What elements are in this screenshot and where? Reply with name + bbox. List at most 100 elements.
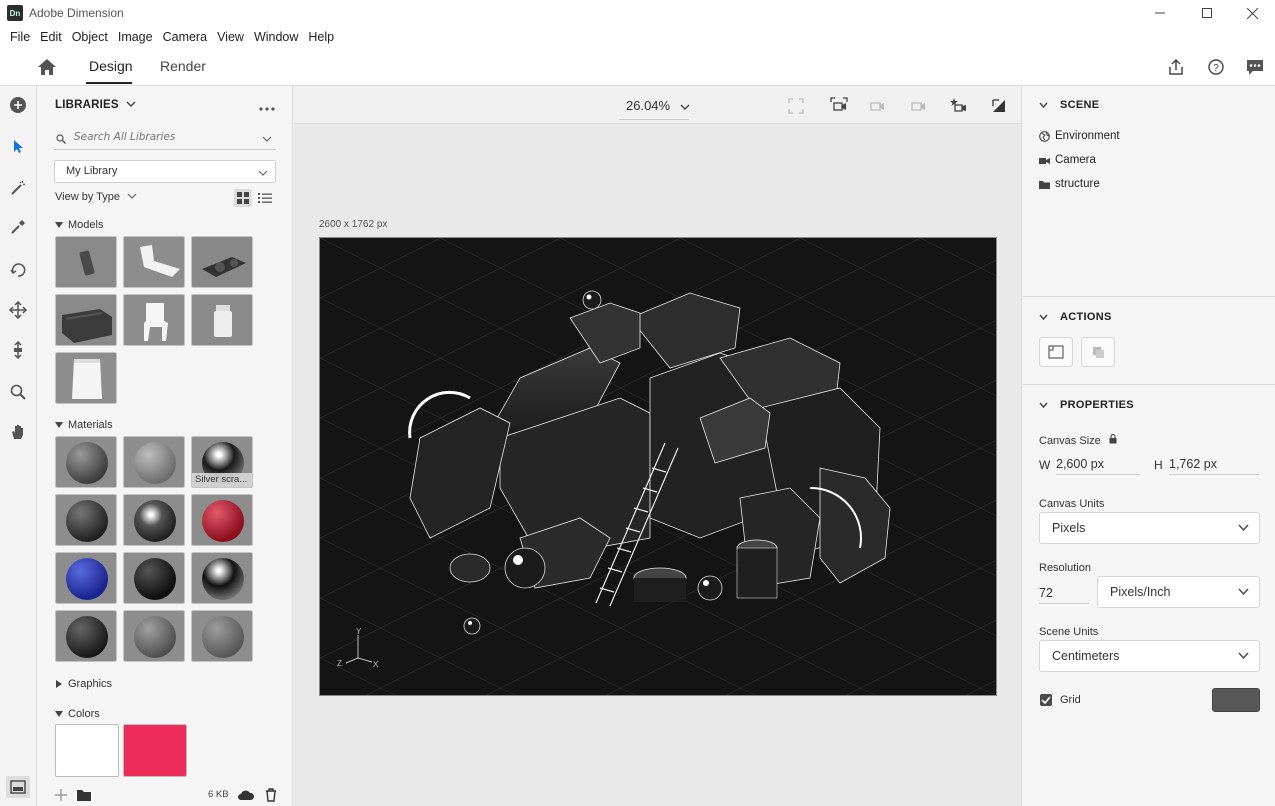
color-swatch-white[interactable] [55, 724, 119, 777]
width-field[interactable]: 2,600 px [1056, 453, 1140, 475]
scene-item-camera[interactable]: Camera [1039, 154, 1096, 166]
move-tool[interactable] [8, 300, 28, 320]
libraries-header[interactable]: LIBRARIES [55, 99, 136, 111]
grid-color-swatch[interactable] [1212, 688, 1260, 712]
colors-section-header[interactable]: Colors [55, 708, 100, 720]
orbit-tool[interactable] [8, 260, 28, 280]
material-thumbnail[interactable] [123, 610, 185, 662]
view-by-dropdown[interactable]: View by Type [55, 191, 137, 203]
grid-view-button[interactable] [234, 189, 252, 207]
menu-object[interactable]: Object [67, 30, 113, 44]
magic-wand-tool[interactable] [8, 178, 28, 198]
model-thumbnail[interactable] [123, 294, 185, 346]
menu-file[interactable]: File [5, 30, 35, 44]
material-sphere [134, 558, 176, 600]
plus-icon[interactable] [54, 788, 68, 802]
tab-design[interactable]: Design [89, 58, 133, 74]
camera-undo-button[interactable] [908, 96, 928, 116]
zoom-tool[interactable] [8, 382, 28, 402]
material-thumbnail[interactable]: Silver scra... [191, 436, 253, 488]
place-on-ground-button[interactable] [1081, 337, 1115, 367]
actions-section-header[interactable]: ACTIONS [1039, 311, 1112, 323]
trash-icon[interactable] [265, 788, 277, 802]
menu-window[interactable]: Window [249, 30, 303, 44]
close-button[interactable] [1229, 0, 1275, 26]
material-thumbnail[interactable] [123, 552, 185, 604]
select-tool[interactable] [8, 136, 28, 156]
more-options-button[interactable] [259, 101, 275, 115]
help-button[interactable]: ? [1205, 57, 1227, 77]
model-thumbnail[interactable] [55, 236, 117, 288]
zoom-level[interactable]: 26.04% [626, 98, 670, 113]
hand-tool[interactable] [8, 422, 28, 442]
tab-render[interactable]: Render [160, 58, 206, 74]
camera-bookmark-button[interactable] [867, 96, 887, 116]
library-select[interactable]: My Library [54, 160, 276, 183]
material-thumbnail[interactable] [123, 436, 185, 488]
menu-camera[interactable]: Camera [158, 30, 212, 44]
sample-tool[interactable] [8, 217, 28, 237]
color-swatch-pink[interactable] [123, 724, 187, 777]
maximize-button[interactable] [1184, 0, 1230, 26]
material-thumbnail[interactable] [191, 552, 253, 604]
model-thumbnail[interactable] [123, 236, 185, 288]
material-thumbnail[interactable] [123, 494, 185, 546]
add-content-tool[interactable] [8, 95, 28, 115]
panel-toggle-button[interactable] [6, 776, 30, 798]
frame-scene-button[interactable] [786, 96, 806, 116]
scene-item-label: Environment [1055, 130, 1120, 142]
dolly-tool[interactable] [8, 340, 28, 360]
menu-edit[interactable]: Edit [35, 30, 67, 44]
folder-icon[interactable] [76, 788, 92, 802]
properties-section-header[interactable]: PROPERTIES [1039, 399, 1134, 411]
folder-icon [1039, 180, 1050, 189]
materials-section-header[interactable]: Materials [55, 419, 113, 431]
chevron-down-icon[interactable] [680, 103, 690, 111]
resolution-unit-select[interactable]: Pixels/Inch [1097, 576, 1260, 608]
models-section-header[interactable]: Models [55, 219, 103, 231]
feedback-button[interactable] [1244, 57, 1266, 77]
canvas-units-value: Pixels [1052, 521, 1086, 535]
lock-icon[interactable] [1109, 433, 1117, 444]
render-preview-button[interactable] [989, 96, 1009, 116]
height-value: 1,762 px [1169, 457, 1217, 471]
material-thumbnail[interactable] [55, 610, 117, 662]
sofa-model-icon [62, 309, 112, 343]
material-thumbnail[interactable] [191, 494, 253, 546]
graphics-section-header[interactable]: Graphics [55, 678, 112, 690]
model-thumbnail[interactable] [191, 294, 253, 346]
share-button[interactable] [1165, 57, 1187, 77]
camera-star-button[interactable] [948, 96, 968, 116]
material-thumbnail[interactable] [55, 436, 117, 488]
model-thumbnail[interactable] [55, 294, 117, 346]
list-view-button[interactable] [258, 192, 272, 207]
fit-camera-button[interactable] [829, 96, 849, 116]
canvas-units-select[interactable]: Pixels [1039, 512, 1260, 544]
search-input[interactable] [74, 131, 259, 143]
scene-item-structure[interactable]: structure [1039, 178, 1100, 190]
height-field[interactable]: 1,762 px [1169, 453, 1259, 475]
model-thumbnail[interactable] [191, 236, 253, 288]
menu-image[interactable]: Image [113, 30, 158, 44]
menu-view[interactable]: View [212, 30, 249, 44]
menu-help[interactable]: Help [303, 30, 339, 44]
crop-canvas-button[interactable] [1039, 337, 1073, 367]
active-tab-indicator [86, 82, 132, 84]
material-thumbnail[interactable] [191, 610, 253, 662]
model-thumbnail[interactable] [55, 352, 117, 404]
scene-section-header[interactable]: SCENE [1039, 99, 1099, 111]
scene-units-select[interactable]: Centimeters [1039, 640, 1260, 672]
cloud-icon[interactable] [237, 789, 255, 801]
chevron-down-icon[interactable] [262, 135, 272, 143]
3d-viewport[interactable]: Y X Z [319, 237, 997, 696]
grid-checkbox[interactable] [1040, 694, 1052, 706]
material-thumbnail[interactable] [55, 494, 117, 546]
scene-item-environment[interactable]: Environment [1039, 130, 1120, 142]
turntable-model-icon [202, 257, 246, 277]
minimize-button[interactable] [1137, 0, 1183, 26]
material-thumbnail[interactable] [55, 552, 117, 604]
actions-title: ACTIONS [1060, 311, 1112, 323]
magic-wand-icon [11, 180, 26, 195]
home-button[interactable] [36, 57, 58, 77]
resolution-field[interactable]: 72 [1039, 582, 1089, 604]
